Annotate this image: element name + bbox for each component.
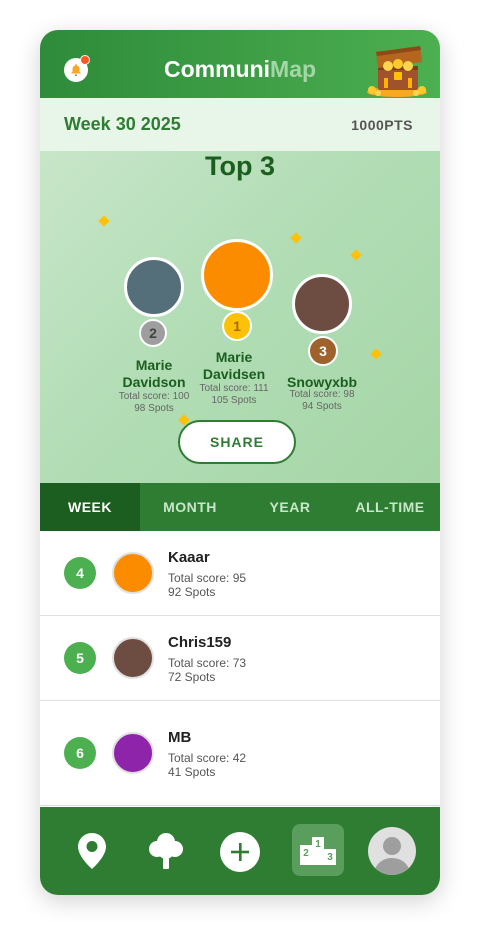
top3-podium: Top 3 2 Marie Davidson Total score: 100 …	[40, 151, 440, 483]
podium-name-1-line1: Marie	[215, 349, 253, 365]
nav-tree-button[interactable]	[144, 829, 188, 873]
week-label: Week 30 2025	[64, 114, 181, 134]
rank-badge: 4	[64, 557, 96, 589]
player-spots: 41 Spots	[168, 765, 216, 779]
leaderboard-row[interactable]: 4 Kaaar Total score: 95 92 Spots	[40, 531, 440, 616]
avatar[interactable]	[112, 732, 154, 774]
tree-icon	[149, 833, 183, 869]
podium-stats-3: Total score: 98 94 Spots	[272, 389, 372, 413]
podium-rank-badge-1: 1	[222, 311, 252, 341]
player-name: MB	[168, 729, 192, 746]
podium-avatar-2[interactable]	[124, 257, 184, 317]
nav-map-button[interactable]	[72, 829, 112, 873]
podium-rank-badge-3: 3	[308, 336, 338, 366]
nav-leaderboard-button[interactable]: 1 2 3	[292, 824, 344, 876]
avatar[interactable]	[112, 637, 154, 679]
podium-score-1: Total score: 111	[199, 383, 269, 394]
player-score: Total score: 42	[168, 751, 247, 765]
add-spot-button[interactable]	[220, 832, 260, 872]
player-score: Total score: 73	[168, 656, 247, 670]
rank-badge: 5	[64, 642, 96, 674]
podium-name-1: Marie Davidsen	[184, 349, 284, 383]
sparkle-icon	[370, 348, 382, 360]
avatar[interactable]	[112, 552, 154, 594]
sparkle-icon	[98, 215, 110, 227]
points-total: 1000PTS	[351, 117, 413, 133]
player-spots: 72 Spots	[168, 670, 216, 684]
sparkle-icon	[350, 249, 362, 261]
player-spots: 92 Spots	[168, 585, 216, 599]
svg-text:1: 1	[315, 839, 321, 850]
rank-badge: 6	[64, 737, 96, 769]
leaderboard-row[interactable]: 5 Chris159 Total score: 73 72 Spots	[40, 616, 440, 701]
app-screen: CommuniMap Week 30 2025 1000PTS Top 3 2	[40, 30, 440, 895]
player-score: Total score: 95	[168, 571, 247, 585]
app-title-part1: Communi	[163, 56, 271, 82]
podium-spots-1: 105 Spots	[211, 395, 257, 406]
leaderboard-icon: 1 2 3	[300, 837, 336, 865]
podium-stats-1: Total score: 111 105 Spots	[184, 383, 284, 407]
sparkle-icon	[290, 232, 302, 244]
podium-score-3: Total score: 98	[289, 389, 355, 400]
period-tabs: WEEK MONTH YEAR ALL-TIME	[40, 483, 440, 531]
svg-text:3: 3	[327, 852, 333, 863]
tab-year[interactable]: YEAR	[240, 483, 340, 531]
tab-month[interactable]: MONTH	[140, 483, 240, 531]
app-title-part2: Map	[270, 56, 317, 82]
svg-text:2: 2	[303, 848, 309, 859]
podium-spots-3: 94 Spots	[302, 401, 342, 412]
tab-all-time[interactable]: ALL-TIME	[340, 483, 440, 531]
podium-avatar-3[interactable]	[292, 274, 352, 334]
nav-profile-button[interactable]	[368, 827, 416, 875]
app-header: CommuniMap	[40, 30, 440, 98]
player-name: Kaaar	[168, 549, 210, 566]
podium-name-1-line2: Davidsen	[202, 366, 266, 382]
tab-week[interactable]: WEEK	[40, 483, 140, 531]
top3-heading: Top 3	[205, 151, 275, 181]
treasure-chest-icon[interactable]	[364, 42, 430, 98]
leaderboard-row[interactable]: 6 MB Total score: 42 41 Spots	[40, 701, 440, 806]
profile-icon	[374, 837, 410, 875]
add-icon	[231, 843, 249, 861]
podium-avatar-1[interactable]	[201, 239, 273, 311]
bottom-nav: 1 2 3	[40, 807, 440, 895]
podium-rank-badge-2: 2	[139, 319, 167, 347]
share-button[interactable]: SHARE	[178, 420, 296, 464]
week-bar: Week 30 2025 1000PTS	[40, 98, 440, 151]
player-name: Chris159	[168, 634, 232, 651]
map-pin-icon	[78, 833, 106, 869]
